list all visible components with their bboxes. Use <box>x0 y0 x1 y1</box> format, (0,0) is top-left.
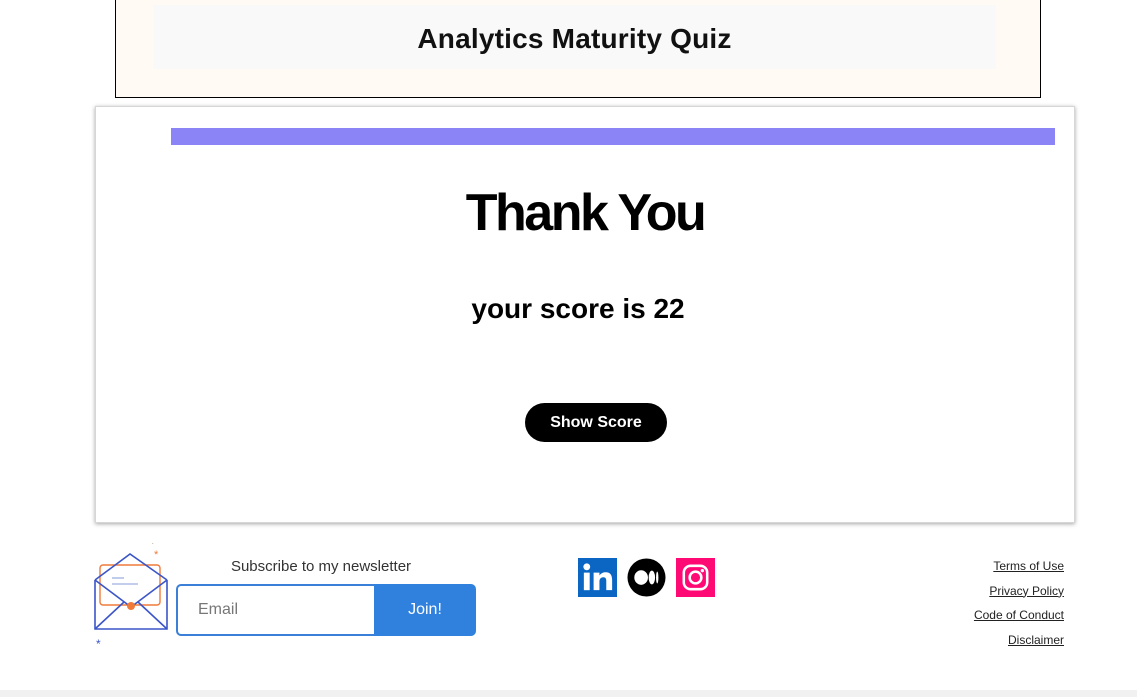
terms-of-use-link[interactable]: Terms of Use <box>974 558 1064 583</box>
svg-text:*: * <box>154 549 159 561</box>
medium-icon[interactable] <box>627 558 666 597</box>
svg-text:*: * <box>96 637 101 648</box>
page-title: Analytics Maturity Quiz <box>417 23 732 54</box>
disclaimer-link[interactable]: Disclaimer <box>974 632 1064 657</box>
email-input[interactable] <box>176 584 376 636</box>
linkedin-icon[interactable] <box>578 558 617 597</box>
envelope-icon: . * * <box>94 540 168 648</box>
progress-bar <box>171 128 1055 145</box>
progress-bar-fill <box>171 128 1055 145</box>
show-score-button[interactable]: Show Score <box>525 403 667 442</box>
quiz-result-card: Thank You your score is 22 Show Score <box>95 106 1075 523</box>
code-of-conduct-link[interactable]: Code of Conduct <box>974 607 1064 632</box>
page-bottom-edge <box>0 690 1137 697</box>
score-text: your score is 22 <box>471 293 685 324</box>
header: Analytics Maturity Quiz <box>115 0 1041 98</box>
instagram-icon[interactable] <box>676 558 715 597</box>
page: Analytics Maturity Quiz Thank You your s… <box>0 0 1137 697</box>
privacy-policy-link[interactable]: Privacy Policy <box>974 583 1064 608</box>
header-title-strip: Analytics Maturity Quiz <box>153 5 996 69</box>
social-links <box>578 558 715 598</box>
join-button[interactable]: Join! <box>374 584 476 636</box>
thank-you-heading: Thank You <box>465 184 707 242</box>
newsletter-label: Subscribe to my newsletter <box>230 558 412 575</box>
svg-text:.: . <box>152 540 154 546</box>
footer-links: Terms of Use Privacy Policy Code of Cond… <box>974 558 1064 656</box>
newsletter-form: Join! <box>176 584 476 636</box>
